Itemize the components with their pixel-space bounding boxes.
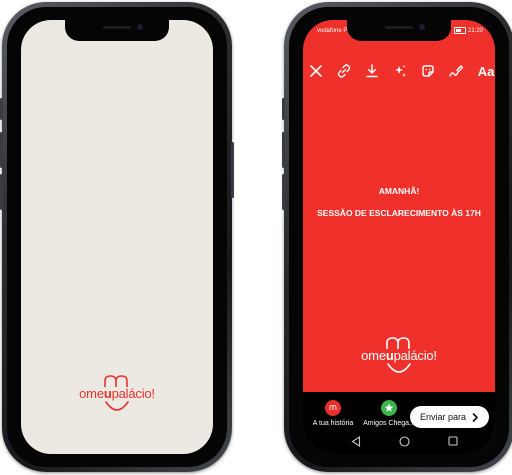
close-friends-label: Amigos Chega... <box>363 420 415 427</box>
close-friends-star-icon <box>381 400 397 416</box>
back-triangle-icon[interactable] <box>351 436 361 447</box>
sticker-icon[interactable] <box>419 62 437 80</box>
android-nav-bar <box>303 434 495 450</box>
story-screen: vodafone P 21:20 Aa AMANHÃ! SESSÃO DE ES… <box>303 20 495 454</box>
volume-up-button <box>0 132 3 168</box>
volume-down-button <box>0 174 3 210</box>
battery-icon <box>453 27 466 34</box>
send-to-button[interactable]: Enviar para <box>409 406 489 428</box>
text-tool-button[interactable]: Aa <box>475 62 495 80</box>
mute-switch <box>0 98 3 120</box>
volume-up-button <box>282 132 285 168</box>
share-bar: A tua história Amigos Chega... Enviar pa… <box>303 392 495 454</box>
your-story-label: A tua história <box>312 420 354 427</box>
story-toolbar: Aa <box>303 62 495 82</box>
effects-icon[interactable] <box>391 62 409 80</box>
status-right: 21:20 <box>453 27 483 34</box>
clock: 21:20 <box>467 27 483 34</box>
notch <box>65 20 169 41</box>
your-story-button[interactable]: A tua história <box>303 400 363 427</box>
story-subheadline: SESSÃO DE ESCLARECIMENTO ÀS 17H <box>317 208 481 218</box>
brand-logo: omeupalácio! <box>21 374 213 412</box>
power-button <box>231 142 234 198</box>
download-icon[interactable] <box>363 62 381 80</box>
brand-wordmark: omeupalácio! <box>79 386 155 401</box>
right-phone-frame: vodafone P 21:20 Aa AMANHÃ! SESSÃO DE ES… <box>282 2 512 472</box>
draw-icon[interactable] <box>447 62 465 80</box>
close-icon[interactable] <box>307 62 325 80</box>
recents-square-icon[interactable] <box>448 436 458 446</box>
brand-wordmark: omeupalácio! <box>361 348 437 363</box>
link-icon[interactable] <box>335 62 353 80</box>
mute-switch <box>282 98 285 120</box>
right-phone-bezel: vodafone P 21:20 Aa AMANHÃ! SESSÃO DE ES… <box>289 7 509 467</box>
carrier-label: vodafone P <box>317 28 348 34</box>
left-phone-bezel: omeupalácio! <box>7 7 227 467</box>
send-to-label: Enviar para <box>419 412 466 422</box>
home-circle-icon[interactable] <box>399 436 410 447</box>
your-story-avatar <box>325 400 341 416</box>
story-headline: AMANHÃ! <box>378 186 420 196</box>
chevron-right-icon <box>472 412 478 422</box>
logo-smile-icon <box>105 401 129 411</box>
left-screen: omeupalácio! <box>21 20 213 454</box>
volume-down-button <box>282 174 285 210</box>
logo-smile-icon <box>387 363 411 373</box>
status-bar: vodafone P 21:20 <box>313 26 485 36</box>
left-phone-frame: omeupalácio! <box>0 2 234 472</box>
brand-logo: omeupalácio! <box>303 336 495 374</box>
